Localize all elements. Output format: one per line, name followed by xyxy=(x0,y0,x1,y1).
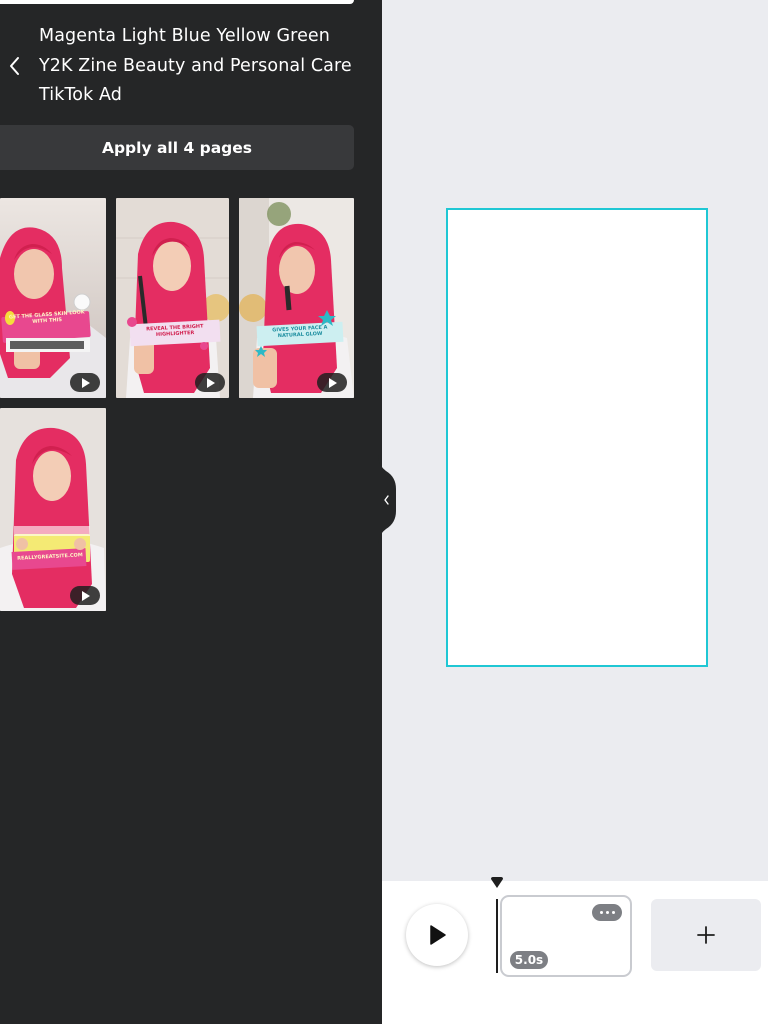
apply-all-pages-button[interactable]: Apply all 4 pages xyxy=(0,125,354,170)
page-thumbnail-2[interactable]: REVEAL THE BRIGHT HIGHLIGHTER xyxy=(116,198,229,398)
thumbnail-photo xyxy=(116,198,229,398)
video-play-badge xyxy=(195,373,225,392)
back-button[interactable] xyxy=(4,50,26,82)
panel-top-strip xyxy=(0,0,354,4)
video-play-badge xyxy=(70,586,100,605)
thumbnail-photo xyxy=(0,408,106,611)
collapse-panel-handle[interactable] xyxy=(378,455,396,545)
play-icon xyxy=(206,377,215,388)
play-icon xyxy=(81,590,90,601)
more-horizontal-icon-dot xyxy=(611,911,615,914)
timeline-page-clip[interactable]: 5.0s xyxy=(500,895,632,977)
page-thumbnail-1[interactable]: GET THE GLASS SKIN LOOK WITH THIS xyxy=(0,198,106,398)
page-thumbnail-3[interactable]: GIVES YOUR FACE A NATURAL GLOW xyxy=(239,198,354,398)
more-horizontal-icon-dot xyxy=(605,911,609,914)
clip-more-options-button[interactable] xyxy=(592,904,622,921)
chevron-left-icon xyxy=(10,57,19,75)
timeline-bar: 5.0s xyxy=(382,877,768,1024)
playhead-marker-icon[interactable] xyxy=(490,877,504,889)
play-icon xyxy=(328,377,337,388)
thumbnail-photo xyxy=(0,198,106,398)
design-canvas-page[interactable] xyxy=(446,208,708,667)
plus-icon xyxy=(697,926,715,944)
video-play-badge xyxy=(70,373,100,392)
more-horizontal-icon xyxy=(599,911,603,914)
add-page-button[interactable] xyxy=(651,899,761,971)
playhead-line[interactable] xyxy=(496,899,498,973)
template-panel: Magenta Light Blue Yellow Green Y2K Zine… xyxy=(0,0,382,1024)
play-button[interactable] xyxy=(406,904,468,966)
play-icon xyxy=(81,377,90,388)
template-title: Magenta Light Blue Yellow Green Y2K Zine… xyxy=(39,26,352,105)
play-icon xyxy=(430,925,446,945)
thumbnail-photo xyxy=(239,198,354,398)
video-play-badge xyxy=(317,373,347,392)
collapse-handle-shape xyxy=(378,455,396,545)
clip-duration-badge: 5.0s xyxy=(510,951,548,969)
page-thumbnail-4[interactable]: REALLYGREATSITE.COM xyxy=(0,408,106,611)
